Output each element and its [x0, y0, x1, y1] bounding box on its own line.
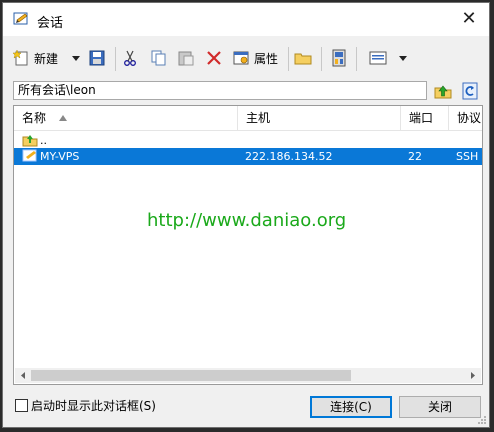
- cut-button[interactable]: [121, 47, 139, 69]
- column-header-protocol[interactable]: 协议: [449, 106, 482, 130]
- sort-ascending-icon: [59, 115, 67, 121]
- scroll-right-icon[interactable]: [466, 368, 480, 383]
- list-header: 名称 主机 端口 协议: [14, 106, 482, 131]
- save-icon: [89, 50, 105, 66]
- close-window-button[interactable]: ✕: [459, 9, 479, 29]
- paste-icon: [178, 51, 194, 66]
- dropdown-arrow-icon: [72, 56, 80, 61]
- sessions-app-icon: [13, 12, 28, 25]
- delete-icon: [207, 51, 221, 65]
- window-title: 会话: [37, 16, 64, 31]
- save-button[interactable]: [88, 47, 106, 69]
- refresh-icon[interactable]: [461, 82, 479, 100]
- copy-icon: [151, 50, 166, 66]
- new-session-button[interactable]: 新建: [13, 47, 58, 69]
- show-on-startup-label[interactable]: 启动时显示此对话框(S): [31, 397, 156, 414]
- new-session-icon: [13, 49, 28, 66]
- new-session-dropdown[interactable]: [71, 47, 81, 69]
- properties-button[interactable]: 属性: [233, 47, 278, 69]
- session-protocol: SSH: [456, 150, 479, 163]
- show-on-startup-checkbox[interactable]: [15, 399, 28, 412]
- close-button[interactable]: 关闭: [399, 396, 481, 418]
- cut-icon: [124, 50, 136, 66]
- view-dropdown[interactable]: [398, 47, 408, 69]
- session-icon: [22, 149, 37, 162]
- dialog-footer: 启动时显示此对话框(S) 连接(C) 关闭: [3, 393, 489, 423]
- view-icon: [369, 51, 387, 65]
- session-path-field[interactable]: 所有会话\leon: [13, 81, 427, 100]
- delete-button[interactable]: [205, 47, 223, 69]
- copy-button[interactable]: [149, 47, 167, 69]
- connect-toolbar-button[interactable]: [330, 47, 348, 69]
- resize-grip-icon[interactable]: [477, 415, 487, 425]
- toolbar-separator: [356, 47, 357, 71]
- connect-button[interactable]: 连接(C): [310, 396, 392, 418]
- toolbar-separator: [321, 47, 322, 71]
- session-name: MY-VPS: [40, 150, 80, 163]
- view-dropdown-icon: [399, 56, 407, 61]
- scrollbar-thumb[interactable]: [31, 370, 351, 381]
- properties-label: 属性: [254, 51, 279, 66]
- up-folder-icon[interactable]: [434, 82, 452, 100]
- new-folder-button[interactable]: [294, 47, 312, 69]
- watermark-text: http://www.daniao.org: [147, 210, 347, 231]
- column-name-label: 名称: [22, 111, 47, 125]
- toolbar-separator: [288, 47, 289, 71]
- toolbar: 新建 属性: [3, 41, 489, 75]
- toolbar-separator: [115, 47, 116, 71]
- parent-folder-label: ..: [40, 134, 47, 147]
- title-bar: 会话 ✕: [3, 3, 489, 36]
- horizontal-scrollbar[interactable]: [15, 368, 481, 383]
- session-port: 22: [408, 150, 422, 163]
- sessions-dialog: 会话 ✕ 新建 属性 所有会话\leon 名称 主机 端口 协议 .. MY-V…: [2, 2, 490, 428]
- scroll-left-icon[interactable]: [16, 368, 30, 383]
- parent-folder-icon: [22, 135, 38, 147]
- table-row[interactable]: MY-VPS 222.186.134.52 22 SSH: [14, 148, 482, 165]
- folder-icon: [294, 53, 312, 65]
- session-list[interactable]: 名称 主机 端口 协议 .. MY-VPS 222.186.134.52 22 …: [13, 105, 483, 385]
- parent-folder-row[interactable]: ..: [14, 132, 482, 149]
- connect-icon: [332, 49, 346, 67]
- properties-icon: [233, 51, 249, 65]
- view-button[interactable]: [369, 47, 387, 69]
- column-header-name[interactable]: 名称: [14, 106, 238, 130]
- column-header-host[interactable]: 主机: [238, 106, 401, 130]
- new-session-label: 新建: [34, 51, 59, 66]
- paste-button[interactable]: [177, 47, 195, 69]
- column-header-port[interactable]: 端口: [401, 106, 449, 130]
- session-host: 222.186.134.52: [245, 150, 333, 163]
